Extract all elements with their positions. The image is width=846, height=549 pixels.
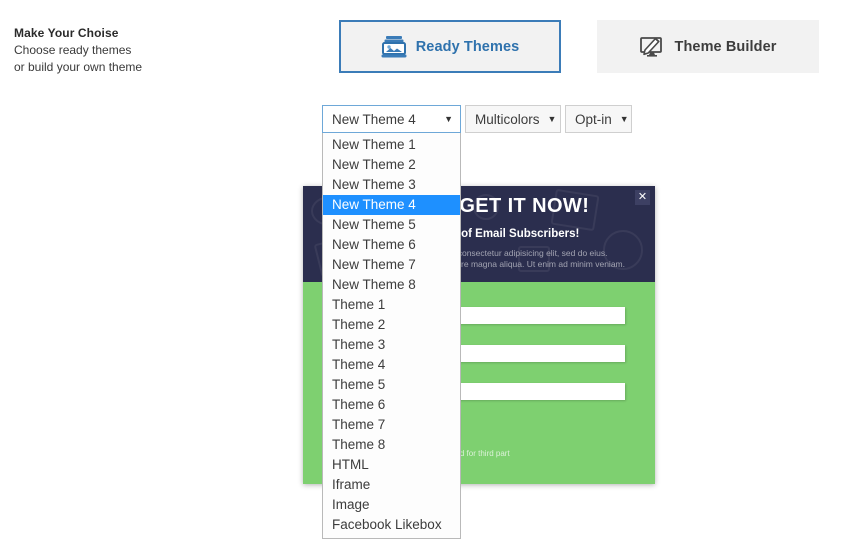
dropdown-option[interactable]: New Theme 4 xyxy=(323,195,460,215)
dropdown-option[interactable]: Theme 5 xyxy=(323,375,460,395)
optin-select-value: Opt-in xyxy=(575,111,612,127)
dropdown-option[interactable]: Theme 1 xyxy=(323,295,460,315)
dropdown-option[interactable]: New Theme 6 xyxy=(323,235,460,255)
dropdown-option[interactable]: New Theme 1 xyxy=(323,135,460,155)
chevron-down-icon: ▼ xyxy=(547,113,557,124)
dropdown-option[interactable]: Theme 3 xyxy=(323,335,460,355)
dropdown-option[interactable]: HTML xyxy=(323,455,460,475)
tab-theme-builder[interactable]: Theme Builder xyxy=(597,20,819,73)
theme-select-value: New Theme 4 xyxy=(332,111,416,127)
dropdown-option[interactable]: Theme 2 xyxy=(323,315,460,335)
dropdown-option[interactable]: New Theme 5 xyxy=(323,215,460,235)
chevron-down-icon: ▼ xyxy=(619,113,629,124)
chevron-down-icon: ▼ xyxy=(444,113,453,124)
dropdown-option[interactable]: Theme 6 xyxy=(323,395,460,415)
optin-select[interactable]: Opt-in ▼ xyxy=(565,105,632,133)
dropdown-option[interactable]: New Theme 7 xyxy=(323,255,460,275)
tab-ready-themes[interactable]: Ready Themes xyxy=(339,20,561,73)
colors-select[interactable]: Multicolors ▼ xyxy=(465,105,561,133)
dropdown-option[interactable]: Image xyxy=(323,495,460,515)
mode-tabs: Ready Themes Theme Builder xyxy=(0,0,846,90)
dropdown-option[interactable]: Iframe xyxy=(323,475,460,495)
dropdown-option[interactable]: Facebook Likebox xyxy=(323,515,460,535)
monitor-pencil-icon xyxy=(639,35,665,59)
dropdown-option[interactable]: Theme 7 xyxy=(323,415,460,435)
dropdown-option[interactable]: New Theme 3 xyxy=(323,175,460,195)
image-gallery-icon xyxy=(381,35,407,59)
tab-theme-builder-label: Theme Builder xyxy=(674,38,777,55)
dropdown-option[interactable]: Theme 8 xyxy=(323,435,460,455)
theme-dropdown-list[interactable]: New Theme 1 New Theme 2 New Theme 3 New The… xyxy=(322,133,461,539)
tab-ready-themes-label: Ready Themes xyxy=(415,38,520,55)
theme-select[interactable]: New Theme 4 ▼ xyxy=(322,105,461,133)
dropdown-option[interactable]: New Theme 8 xyxy=(323,275,460,295)
colors-select-value: Multicolors xyxy=(475,111,540,127)
close-icon[interactable]: ✕ xyxy=(635,190,650,205)
dropdown-option[interactable]: New Theme 2 xyxy=(323,155,460,175)
dropdown-option[interactable]: Theme 4 xyxy=(323,355,460,375)
